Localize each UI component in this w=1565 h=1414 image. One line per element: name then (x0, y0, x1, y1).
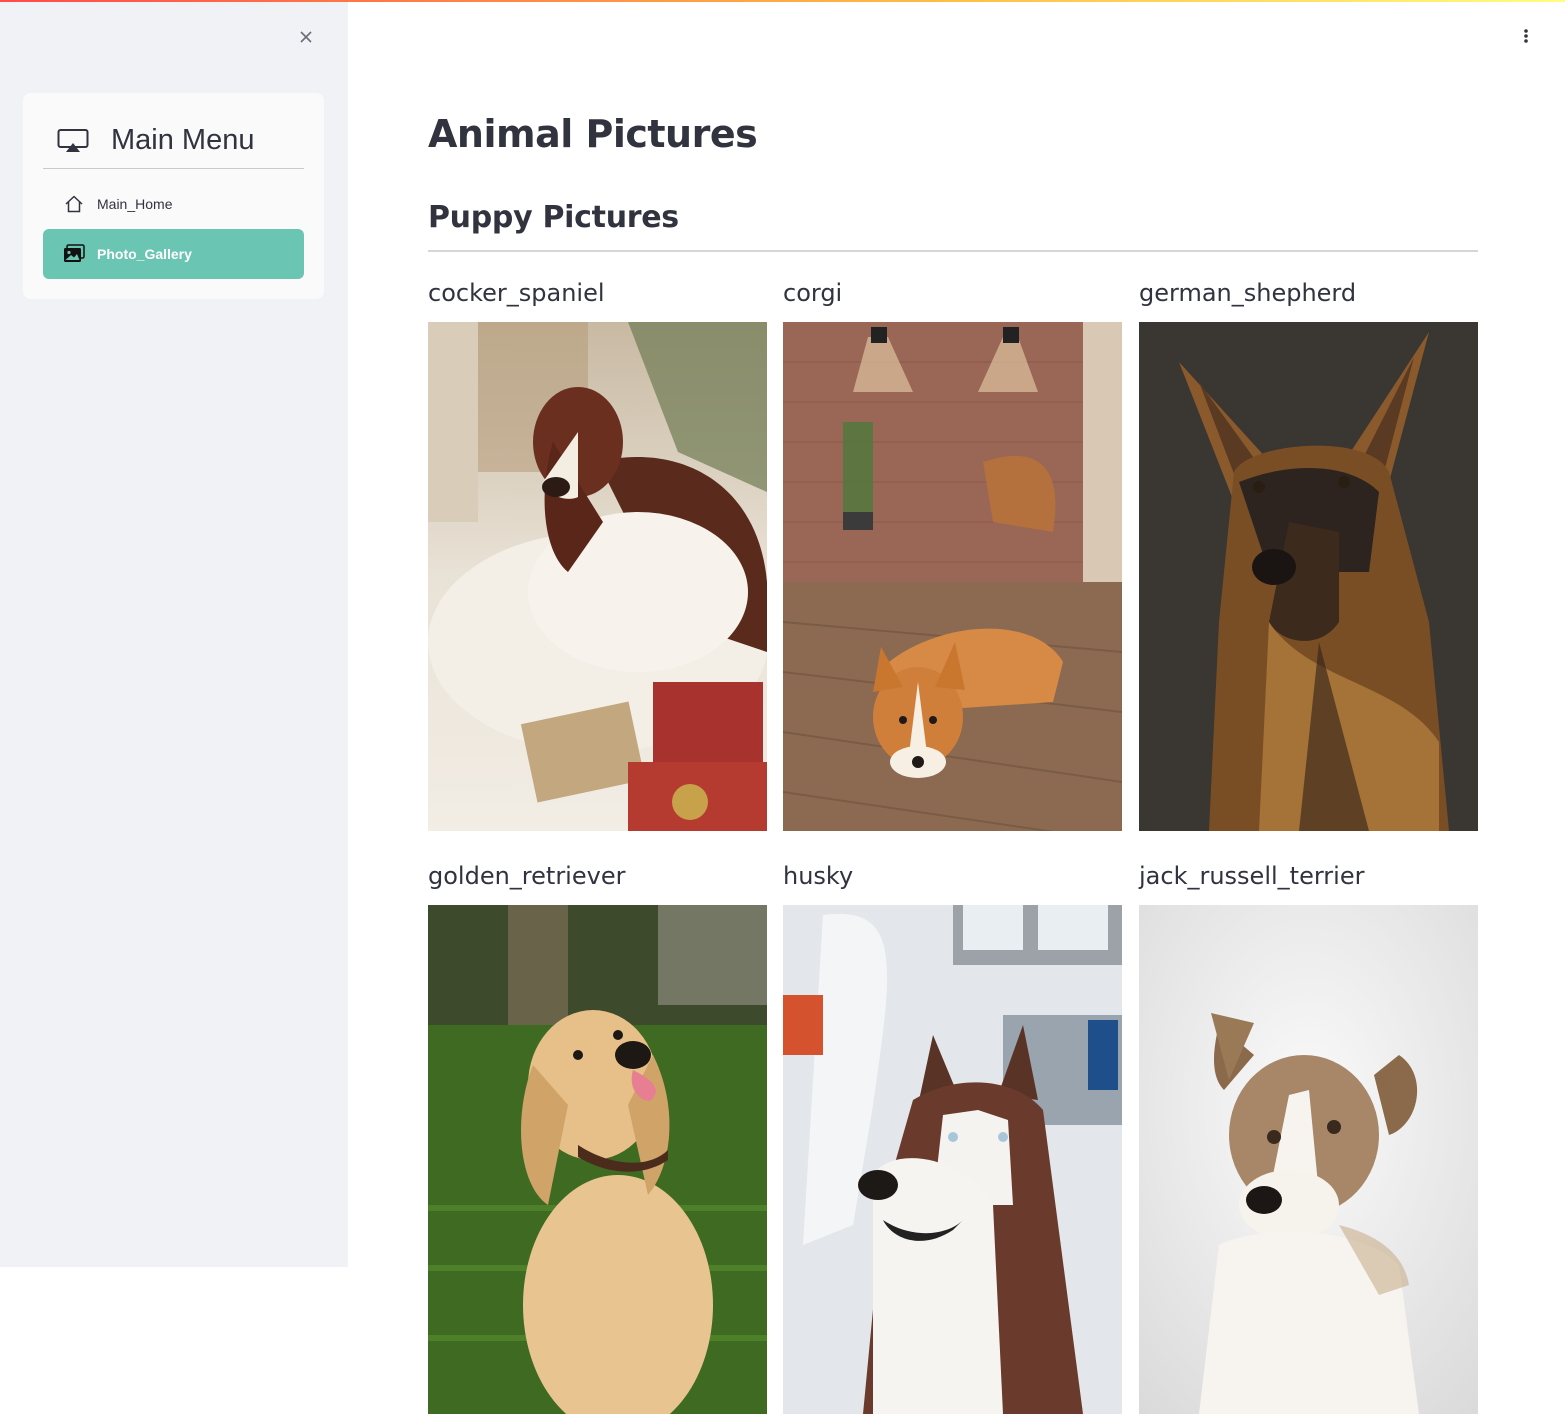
menu-item-label: Main_Home (97, 196, 173, 212)
airplay-icon (57, 128, 89, 154)
gallery-card: jack_russell_terrier (1139, 861, 1478, 1414)
gallery-card-title: german_shepherd (1139, 279, 1357, 307)
jack-russell-terrier-photo (1139, 905, 1478, 1414)
golden-retriever-photo (428, 905, 767, 1414)
top-decoration-bar (0, 0, 1565, 2)
kebab-menu-icon[interactable] (1514, 24, 1538, 48)
gallery-card-title: jack_russell_terrier (1139, 862, 1365, 890)
menu-header: Main Menu (43, 113, 304, 169)
corgi-photo (783, 322, 1122, 831)
gallery-card: husky (783, 861, 1122, 1414)
gallery-card: german_shepherd (1139, 278, 1478, 831)
sidebar: Main Menu Main_Home Photo_Gallery (0, 0, 348, 1267)
menu-item-main-home[interactable]: Main_Home (43, 179, 304, 229)
husky-photo (783, 905, 1122, 1414)
page-title: Animal Pictures (428, 112, 758, 156)
gallery-card: corgi (783, 278, 1122, 831)
gallery-card: golden_retriever (428, 861, 767, 1414)
menu-item-photo-gallery[interactable]: Photo_Gallery (43, 229, 304, 279)
menu-item-label: Photo_Gallery (97, 246, 192, 262)
house-icon (63, 193, 85, 215)
main-menu: Main Menu Main_Home Photo_Gallery (23, 93, 324, 299)
gallery-card-title: golden_retriever (428, 862, 626, 890)
section-divider (428, 250, 1478, 252)
gallery-card: cocker_spaniel (428, 278, 767, 831)
cocker-spaniel-photo (428, 322, 767, 831)
german-shepherd-photo (1139, 322, 1478, 831)
gallery-card-title: corgi (783, 279, 843, 307)
close-icon[interactable] (294, 25, 318, 49)
gallery-card-title: husky (783, 862, 854, 890)
images-icon (63, 243, 85, 265)
menu-title: Main Menu (111, 124, 255, 156)
section-title: Puppy Pictures (428, 200, 679, 235)
gallery-card-title: cocker_spaniel (428, 279, 605, 307)
